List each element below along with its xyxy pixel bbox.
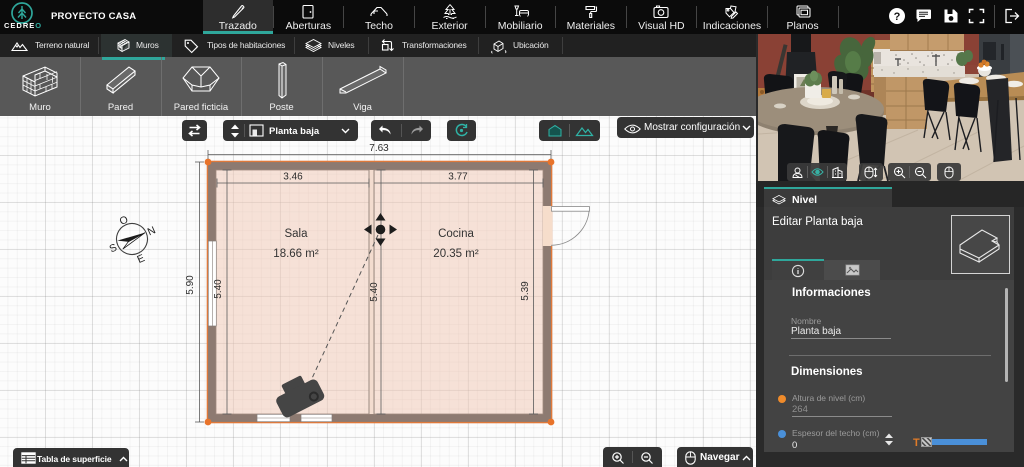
- svg-text:E: E: [135, 252, 146, 266]
- svg-text:5.40: 5.40: [213, 279, 224, 299]
- svg-text:Sala: Sala: [284, 228, 308, 240]
- svg-text:5.90: 5.90: [185, 275, 196, 295]
- svg-text:18.66 m²: 18.66 m²: [273, 248, 319, 260]
- svg-text:O: O: [118, 214, 130, 228]
- svg-text:7.63: 7.63: [369, 143, 389, 154]
- svg-text:5.40: 5.40: [369, 282, 380, 302]
- svg-text:20.35 m²: 20.35 m²: [433, 248, 479, 260]
- svg-text:3.77: 3.77: [448, 172, 468, 183]
- svg-text:5.39: 5.39: [520, 281, 531, 301]
- svg-text:3.46: 3.46: [283, 172, 303, 183]
- svg-text:?: ?: [894, 11, 901, 23]
- svg-text:Cocina: Cocina: [438, 228, 474, 240]
